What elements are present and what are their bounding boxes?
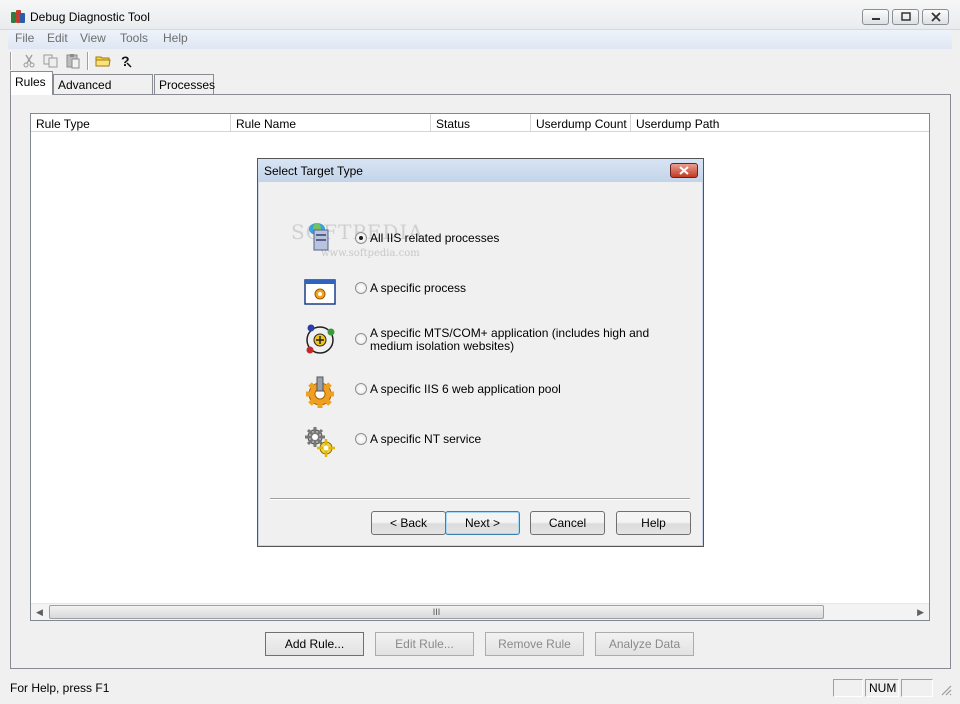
svg-text:?: ? xyxy=(121,53,130,69)
minimize-button[interactable] xyxy=(862,9,889,25)
status-pane-caps xyxy=(833,679,863,697)
dialog-title-bar: Select Target Type xyxy=(258,159,703,182)
next-button[interactable]: Next > xyxy=(445,511,520,535)
tab-processes[interactable]: Processes xyxy=(154,74,215,94)
status-pane-num: NUM xyxy=(865,679,899,697)
cut-icon[interactable] xyxy=(20,52,38,70)
menu-view[interactable]: View xyxy=(80,31,106,45)
select-target-type-dialog: Select Target Type SOFTPEDIA www.softped… xyxy=(257,158,704,547)
option-all-iis-label[interactable]: All IIS related processes xyxy=(370,232,670,245)
option-app-pool-radio[interactable] xyxy=(355,383,367,395)
column-rule-type[interactable]: Rule Type xyxy=(31,114,231,132)
menu-edit[interactable]: Edit xyxy=(47,31,68,45)
copy-icon[interactable] xyxy=(42,52,60,70)
toolbar-grip xyxy=(10,52,12,70)
com-plus-icon xyxy=(306,324,335,354)
option-specific-process-label[interactable]: A specific process xyxy=(370,282,670,295)
option-app-pool-label[interactable]: A specific IIS 6 web application pool xyxy=(370,383,670,396)
cancel-button[interactable]: Cancel xyxy=(530,511,605,535)
status-pane-scrl xyxy=(901,679,933,697)
menu-file[interactable]: File xyxy=(15,31,34,45)
process-window-icon xyxy=(304,279,336,305)
menu-help[interactable]: Help xyxy=(163,31,188,45)
back-button[interactable]: < Back xyxy=(371,511,446,535)
toolbar-separator xyxy=(87,52,89,70)
option-mts-com-label[interactable]: A specific MTS/COM+ application (include… xyxy=(370,327,670,353)
dialog-title: Select Target Type xyxy=(264,164,363,178)
dialog-separator xyxy=(270,498,690,500)
restore-button[interactable] xyxy=(892,9,919,25)
remove-rule-button[interactable]: Remove Rule xyxy=(485,632,584,656)
resize-grip-icon[interactable] xyxy=(940,684,952,696)
column-userdump-count[interactable]: Userdump Count xyxy=(531,114,631,132)
column-status[interactable]: Status xyxy=(431,114,531,132)
option-nt-service-label[interactable]: A specific NT service xyxy=(370,433,670,446)
open-folder-icon[interactable] xyxy=(94,52,112,70)
dialog-body: SOFTPEDIA www.softpedia.com All IIS rela… xyxy=(263,182,698,541)
add-rule-button[interactable]: Add Rule... xyxy=(265,632,364,656)
title-bar: Debug Diagnostic Tool xyxy=(0,0,960,30)
window-title: Debug Diagnostic Tool xyxy=(30,10,150,24)
dialog-close-button[interactable] xyxy=(670,163,698,178)
column-userdump-path[interactable]: Userdump Path xyxy=(631,114,929,132)
menu-tools[interactable]: Tools xyxy=(120,31,148,45)
debug-tool-app-icon xyxy=(11,10,25,23)
option-specific-process-radio[interactable] xyxy=(355,282,367,294)
tab-rules[interactable]: Rules xyxy=(10,71,53,95)
menu-bar: File Edit View Tools Help xyxy=(8,30,952,49)
option-all-iis-radio[interactable] xyxy=(355,232,367,244)
minimize-icon xyxy=(871,18,880,20)
paste-icon[interactable] xyxy=(64,52,82,70)
scroll-left-icon[interactable]: ◀ xyxy=(36,607,43,618)
toolbar: ? xyxy=(8,50,952,72)
help-icon[interactable]: ? xyxy=(117,52,135,70)
close-icon xyxy=(930,12,941,22)
close-button[interactable] xyxy=(922,9,949,25)
scroll-right-icon[interactable]: ▶ xyxy=(917,607,924,618)
tab-advanced-analysis[interactable]: Advanced Analysis xyxy=(53,74,153,106)
edit-rule-button[interactable]: Edit Rule... xyxy=(375,632,474,656)
restore-icon xyxy=(900,12,911,21)
scrollbar-thumb[interactable]: III xyxy=(49,605,824,619)
help-button[interactable]: Help xyxy=(616,511,691,535)
analyze-data-button[interactable]: Analyze Data xyxy=(595,632,694,656)
iis-server-icon xyxy=(309,223,329,251)
status-text: For Help, press F1 xyxy=(10,681,110,695)
option-mts-com-radio[interactable] xyxy=(355,333,367,345)
nt-service-gears-icon xyxy=(305,427,335,457)
column-rule-name[interactable]: Rule Name xyxy=(231,114,431,132)
option-nt-service-radio[interactable] xyxy=(355,433,367,445)
status-bar: For Help, press F1 NUM xyxy=(0,676,960,704)
close-icon xyxy=(679,166,689,175)
horizontal-scrollbar[interactable]: ◀ III ▶ xyxy=(31,603,929,620)
app-pool-gear-icon xyxy=(306,376,334,408)
